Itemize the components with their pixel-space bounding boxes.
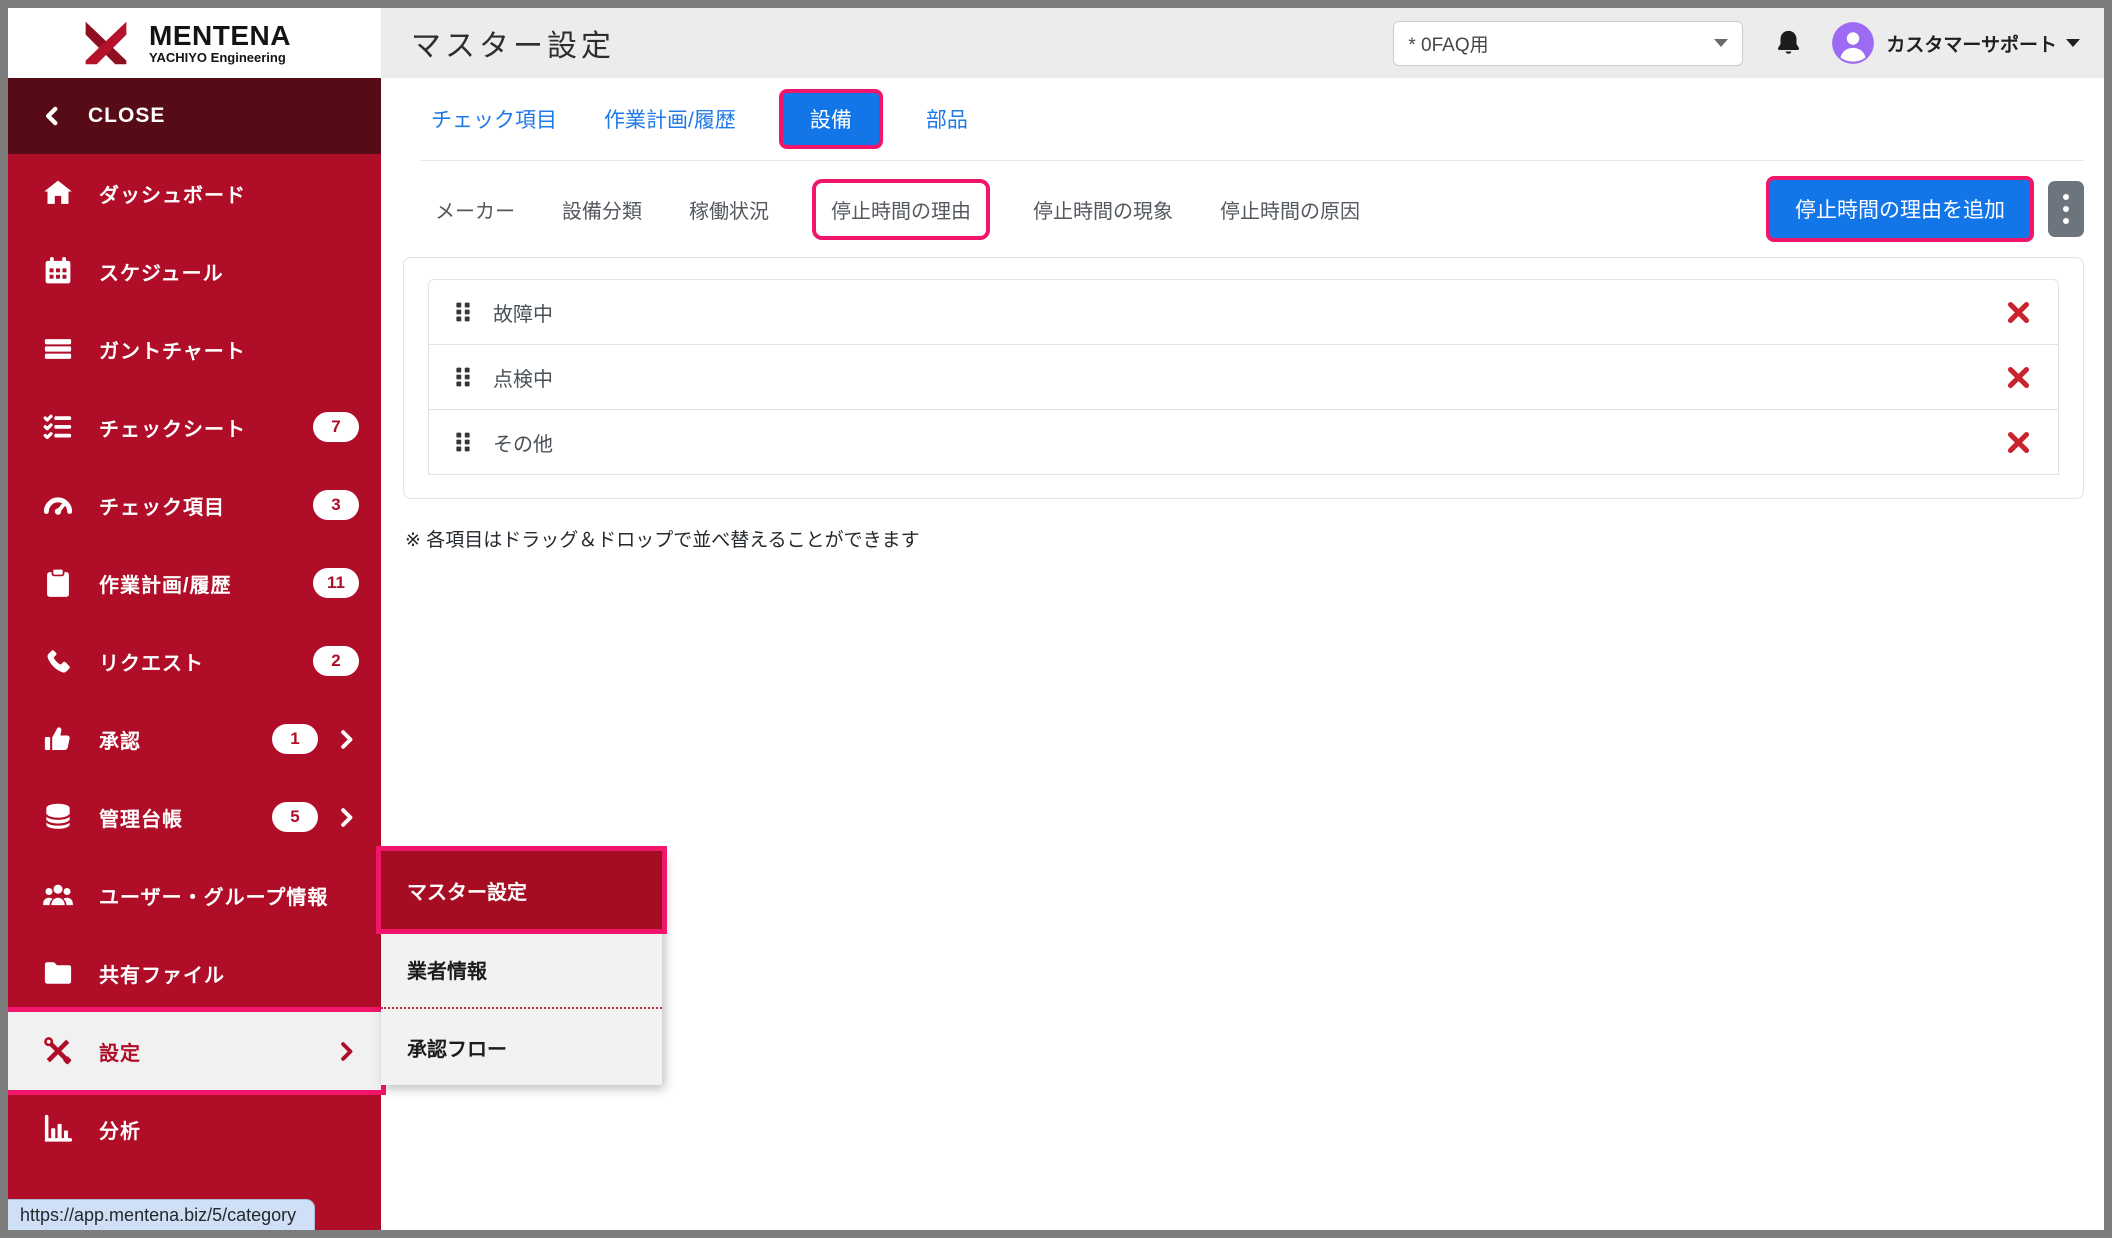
subtab-equipment-category[interactable]: 設備分類 <box>562 195 642 224</box>
drag-handle-icon[interactable] <box>455 366 471 388</box>
chevron-right-icon <box>334 805 359 830</box>
workspace-select-value: * 0FAQ用 <box>1408 34 1489 56</box>
mentena-logo-icon <box>85 21 127 65</box>
brand-subtitle: YACHIYO Engineering <box>149 50 286 66</box>
submenu-item-master-settings[interactable]: マスター設定 <box>381 851 662 929</box>
checklist-icon <box>42 411 74 443</box>
users-icon <box>42 879 74 911</box>
category-row-other[interactable]: その他 <box>428 409 2059 475</box>
sidebar-item-user-group-info[interactable]: ユーザー・グループ情報 <box>8 856 381 934</box>
x-icon <box>2007 366 2030 388</box>
sidebar-item-approval[interactable]: 承認 1 <box>8 700 381 778</box>
chevron-right-icon <box>334 1039 359 1064</box>
count-badge: 1 <box>272 724 318 754</box>
sidebar-item-schedule[interactable]: スケジュール <box>8 232 381 310</box>
delete-button[interactable] <box>2005 429 2032 456</box>
count-badge: 11 <box>313 568 359 598</box>
settings-submenu: マスター設定 業者情報 承認フロー <box>381 851 662 1085</box>
chart-icon <box>42 1113 74 1145</box>
category-row-inspection[interactable]: 点検中 <box>428 344 2059 410</box>
drag-handle-icon[interactable] <box>455 301 471 323</box>
tab-parts[interactable]: 部品 <box>926 104 968 134</box>
count-badge: 3 <box>313 490 359 520</box>
subtab-downtime-cause[interactable]: 停止時間の原因 <box>1220 195 1360 224</box>
tools-icon <box>42 1035 74 1067</box>
bell-icon[interactable] <box>1773 28 1804 59</box>
gantt-icon <box>42 333 74 365</box>
brand-name: MENTENA <box>149 19 291 51</box>
chevron-left-icon <box>46 106 58 126</box>
delete-button[interactable] <box>2005 299 2032 326</box>
workspace-select[interactable]: * 0FAQ用 <box>1393 20 1744 66</box>
count-badge: 2 <box>313 646 359 676</box>
sidebar-item-check-sheet[interactable]: チェックシート 7 <box>8 388 381 466</box>
sidebar-nav: ダッシュボード スケジュール ガントチャート チェックシート 7 チェック項目 … <box>8 154 381 1168</box>
avatar[interactable] <box>1832 22 1875 64</box>
tab-check-item[interactable]: チェック項目 <box>431 104 557 134</box>
sidebar-close-label: CLOSE <box>88 104 166 127</box>
tab-work-plan-history[interactable]: 作業計画/履歴 <box>604 104 736 134</box>
chevron-down-icon <box>1714 39 1729 47</box>
gauge-icon <box>42 489 74 521</box>
folder-icon <box>42 957 74 989</box>
sidebar-item-shared-files[interactable]: 共有ファイル <box>8 934 381 1012</box>
sidebar-item-work-plan-history[interactable]: 作業計画/履歴 11 <box>8 544 381 622</box>
database-icon <box>42 801 74 833</box>
sidebar-item-request[interactable]: リクエスト 2 <box>8 622 381 700</box>
category-list-card: 故障中 点検中 その他 <box>403 257 2084 499</box>
chevron-right-icon <box>334 727 359 752</box>
category-row-failure[interactable]: 故障中 <box>428 279 2059 345</box>
user-menu-caret-icon[interactable] <box>2066 39 2080 47</box>
sidebar: CLOSE ダッシュボード スケジュール ガントチャート チェックシート 7 チ… <box>8 78 381 1230</box>
page-title: マスター設定 <box>411 30 615 63</box>
status-url-tooltip: https://app.mentena.biz/5/category <box>8 1199 316 1230</box>
sidebar-item-ledger[interactable]: 管理台帳 5 <box>8 778 381 856</box>
tabs-row: チェック項目 作業計画/履歴 設備 部品 <box>421 78 2084 161</box>
subtab-maker[interactable]: メーカー <box>435 195 515 224</box>
app-logo: MENTENA YACHIYO Engineering <box>8 8 381 78</box>
subtab-operation-status[interactable]: 稼働状況 <box>689 195 769 224</box>
clipboard-icon <box>42 567 74 599</box>
subtab-downtime-reason[interactable]: 停止時間の理由 <box>816 182 986 236</box>
avatar-person-icon <box>1832 22 1875 64</box>
x-icon <box>2007 301 2030 323</box>
sidebar-close-button[interactable]: CLOSE <box>8 78 381 154</box>
drag-drop-note: ※ 各項目はドラッグ＆ドロップで並べ替えることができます <box>405 530 920 551</box>
topbar: マスター設定 * 0FAQ用 カスタマーサポート <box>381 8 2104 78</box>
user-menu[interactable]: カスタマーサポート <box>1886 30 2057 57</box>
count-badge: 7 <box>313 412 359 442</box>
thumbs-up-icon <box>42 723 74 755</box>
sidebar-item-gantt-chart[interactable]: ガントチャート <box>8 310 381 388</box>
more-options-button[interactable] <box>2048 181 2084 237</box>
delete-button[interactable] <box>2005 364 2032 391</box>
calendar-icon <box>42 255 74 287</box>
sidebar-item-dashboard[interactable]: ダッシュボード <box>8 154 381 232</box>
count-badge: 5 <box>272 802 318 832</box>
subtabs: メーカー 設備分類 稼働状況 停止時間の理由 停止時間の現象 停止時間の原因 <box>435 182 1360 236</box>
add-downtime-reason-button[interactable]: 停止時間の理由を追加 <box>1770 180 2030 238</box>
subtabs-row: メーカー 設備分類 稼働状況 停止時間の理由 停止時間の現象 停止時間の原因 停… <box>381 161 2104 257</box>
sidebar-item-check-item[interactable]: チェック項目 3 <box>8 466 381 544</box>
sidebar-item-analysis[interactable]: 分析 <box>8 1090 381 1168</box>
drag-handle-icon[interactable] <box>455 431 471 453</box>
tab-equipment[interactable]: 設備 <box>782 93 879 145</box>
submenu-item-vendor-info[interactable]: 業者情報 <box>381 929 662 1007</box>
phone-icon <box>42 645 74 677</box>
sidebar-item-settings[interactable]: 設定 <box>8 1012 381 1090</box>
submenu-item-approval-flow[interactable]: 承認フロー <box>381 1007 662 1085</box>
browser-window: MENTENA YACHIYO Engineering マスター設定 * 0FA… <box>0 0 2112 1238</box>
x-icon <box>2007 431 2030 453</box>
subtab-downtime-phenomenon[interactable]: 停止時間の現象 <box>1033 195 1173 224</box>
home-icon <box>42 177 74 209</box>
kebab-menu-icon <box>2063 194 2069 224</box>
toolbar-actions: 停止時間の理由を追加 <box>1770 180 2084 238</box>
